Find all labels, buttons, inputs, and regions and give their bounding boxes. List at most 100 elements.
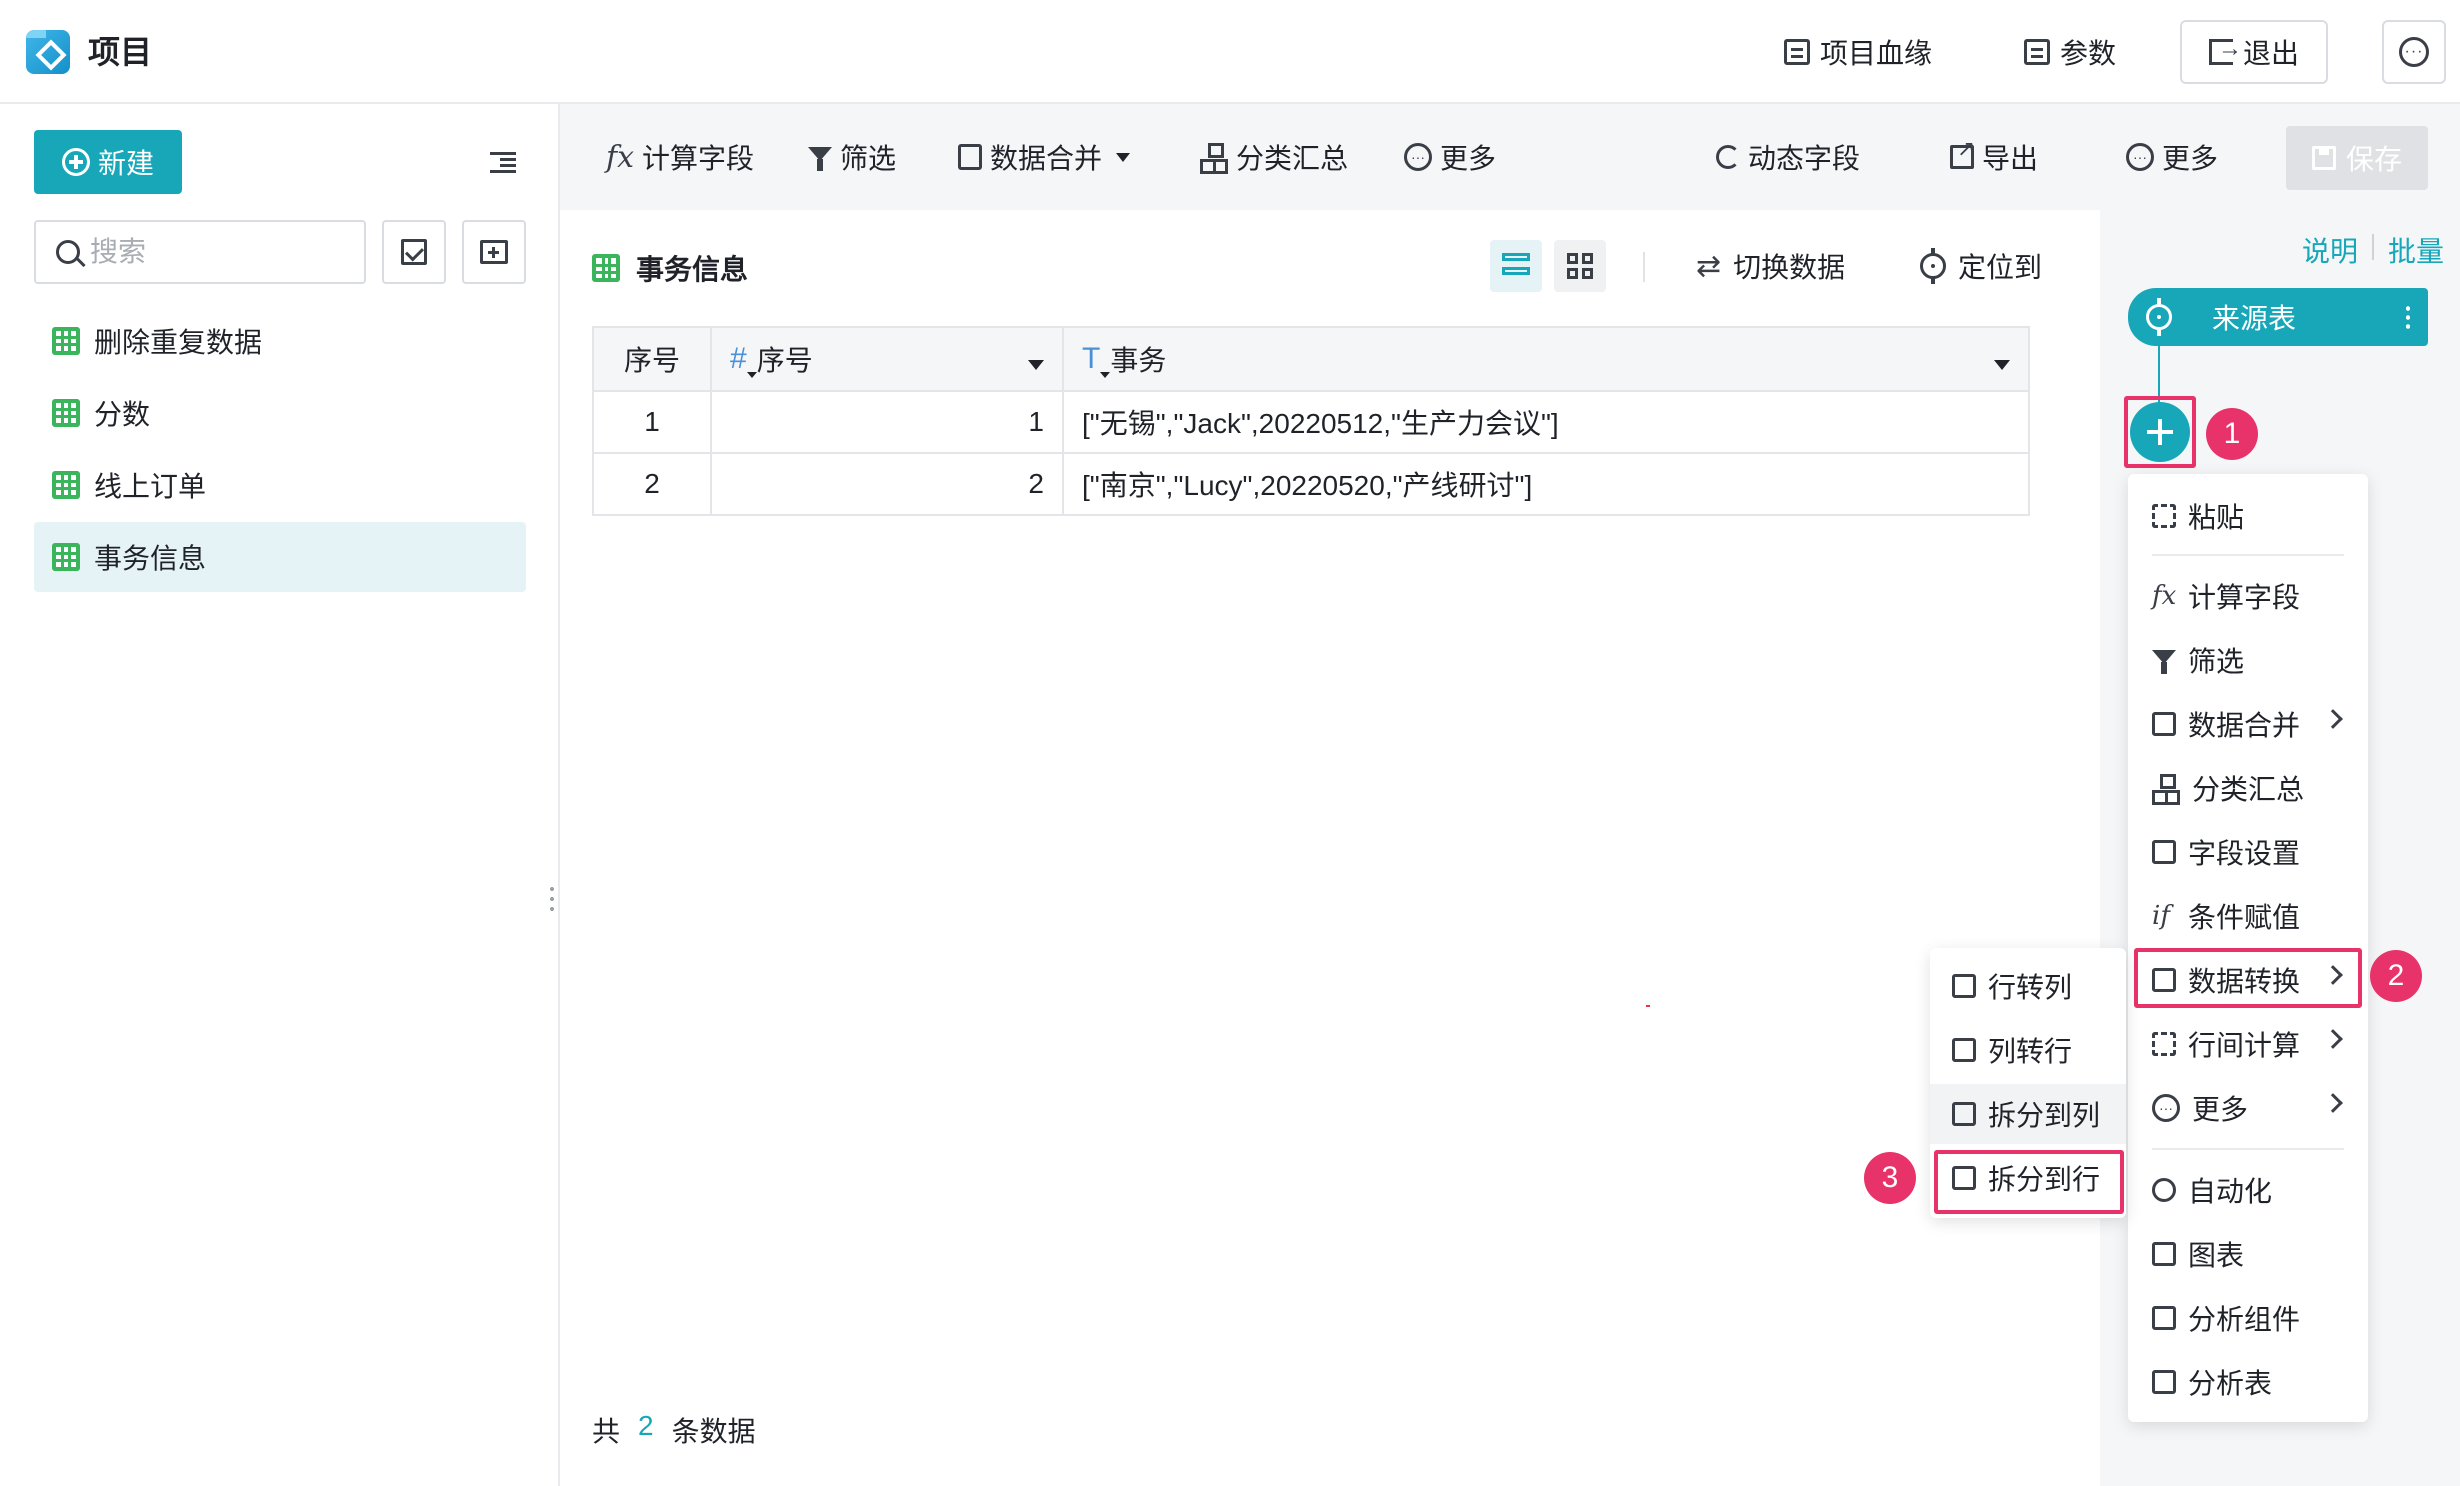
header-more-button[interactable]: ··· xyxy=(2382,20,2446,84)
resize-handle[interactable] xyxy=(550,884,554,914)
locate-icon xyxy=(1920,248,1946,284)
grid-view-button[interactable] xyxy=(1554,240,1606,292)
menu-divider xyxy=(2152,1148,2344,1150)
merge-icon xyxy=(2152,712,2176,736)
menu-item-calc-field[interactable]: fx 计算字段 xyxy=(2128,566,2368,626)
params-button[interactable]: 参数 xyxy=(2024,28,2116,76)
menu-item-paste[interactable]: 粘贴 xyxy=(2128,486,2368,546)
switch-data-button[interactable]: ⇄ 切换数据 xyxy=(1696,246,1845,286)
source-table-node[interactable]: 来源表 xyxy=(2128,288,2428,346)
sidebar-item-transaction-info[interactable]: 事务信息 xyxy=(34,522,526,592)
table-icon xyxy=(52,471,80,499)
export-button[interactable]: 导出 xyxy=(1950,132,2038,182)
lineage-icon xyxy=(1784,39,1810,65)
more-icon: ··· xyxy=(2126,143,2154,171)
add-step-button[interactable] xyxy=(2130,402,2190,462)
project-lineage-button[interactable]: 项目血缘 xyxy=(1784,28,1932,76)
chevron-right-icon xyxy=(2323,709,2343,729)
split-columns-icon xyxy=(1952,1102,1976,1126)
column-header-number[interactable]: # 序号 xyxy=(710,326,1064,392)
group-summary-button[interactable]: 分类汇总 xyxy=(1200,132,1348,182)
search-box[interactable] xyxy=(34,220,366,284)
cursor-mark xyxy=(1646,1005,1650,1007)
data-table: 序号 # 序号 T 事务 1 1 ["无锡","Jack",20220512,"… xyxy=(592,326,2030,516)
help-link[interactable]: 说明 xyxy=(2302,230,2358,270)
submenu-item-split-to-rows[interactable]: 拆分到行 xyxy=(1930,1148,2126,1208)
list-view-button[interactable] xyxy=(1490,240,1542,292)
menu-item-row-calc[interactable]: 行间计算 xyxy=(2128,1014,2368,1074)
new-button[interactable]: 新建 xyxy=(34,130,182,194)
column-header-transaction[interactable]: T 事务 xyxy=(1062,326,2030,392)
chevron-right-icon xyxy=(2323,1093,2343,1113)
column-menu-icon[interactable] xyxy=(1028,360,1044,370)
locate-button[interactable]: 定位到 xyxy=(1920,246,2042,286)
table-header-row: 序号 # 序号 T 事务 xyxy=(592,326,2030,392)
multi-select-button[interactable] xyxy=(382,220,446,284)
table-icon xyxy=(52,327,80,355)
menu-item-analysis-table[interactable]: 分析表 xyxy=(2128,1352,2368,1412)
exit-icon xyxy=(2208,35,2242,65)
search-icon xyxy=(56,240,80,264)
batch-link[interactable]: 批量 xyxy=(2388,230,2444,270)
collapse-sidebar-icon[interactable] xyxy=(490,152,516,174)
submenu-item-row-to-column[interactable]: 行转列 xyxy=(1930,956,2126,1016)
fx-icon: fx xyxy=(606,139,635,175)
menu-item-chart[interactable]: 图表 xyxy=(2128,1224,2368,1284)
menu-item-filter[interactable]: 筛选 xyxy=(2128,630,2368,690)
data-preview-panel: 事务信息 ⇄ 切换数据 定位到 序号 # 序号 T 事务 1 1 ["无锡","… xyxy=(560,210,2100,1486)
filter-button[interactable]: 筛选 xyxy=(808,132,896,182)
sidebar-item-online-orders[interactable]: 线上订单 xyxy=(34,450,526,520)
sidebar-item-scores[interactable]: 分数 xyxy=(34,378,526,448)
field-settings-icon xyxy=(2152,840,2176,864)
table-icon xyxy=(52,543,80,571)
sidebar: 新建 删除重复数据 分数 线上订单 事务信息 xyxy=(0,104,560,1486)
column-to-row-icon xyxy=(1952,1038,1976,1062)
menu-item-group-summary[interactable]: 分类汇总 xyxy=(2128,758,2368,818)
dynamic-field-button[interactable]: 动态字段 xyxy=(1716,132,1860,182)
sidebar-item-remove-duplicates[interactable]: 删除重复数据 xyxy=(34,306,526,376)
toolbar-more-button[interactable]: ··· 更多 xyxy=(1404,132,1496,182)
refresh-icon xyxy=(1716,145,1740,169)
toolbar-more-right-button[interactable]: ··· 更多 xyxy=(2126,132,2218,182)
analysis-component-icon xyxy=(2152,1306,2176,1330)
divider xyxy=(2371,234,2374,260)
number-cell: 2 xyxy=(710,452,1064,516)
step-badge-2: 2 xyxy=(2370,950,2422,1002)
menu-item-conditional-assign[interactable]: if 条件赋值 xyxy=(2128,886,2368,946)
add-folder-icon xyxy=(480,240,508,264)
analysis-table-icon xyxy=(2152,1370,2176,1394)
menu-item-data-transform[interactable]: 数据转换 xyxy=(2128,950,2368,1010)
menu-item-more[interactable]: ··· 更多 xyxy=(2128,1078,2368,1138)
save-button[interactable]: 保存 xyxy=(2286,126,2428,190)
toolbar: fx 计算字段 筛选 数据合并 分类汇总 ··· 更多 动态字段 导出 ··· … xyxy=(560,104,2460,210)
search-input[interactable] xyxy=(90,236,330,268)
flow-connector xyxy=(2158,346,2160,404)
merge-icon xyxy=(958,144,982,170)
submenu-item-split-to-columns[interactable]: 拆分到列 xyxy=(1930,1084,2126,1144)
menu-item-analysis-component[interactable]: 分析组件 xyxy=(2128,1288,2368,1348)
swap-icon: ⇄ xyxy=(1696,249,1722,283)
exit-button[interactable]: 退出 xyxy=(2180,20,2328,84)
new-folder-button[interactable] xyxy=(462,220,526,284)
menu-item-field-settings[interactable]: 字段设置 xyxy=(2128,822,2368,882)
merge-data-button[interactable]: 数据合并 xyxy=(958,132,1131,182)
add-step-menu: 粘贴 fx 计算字段 筛选 数据合并 分类汇总 字段设置 if 条件赋值 数据转… xyxy=(2128,474,2368,1422)
data-transform-submenu: 行转列 列转行 拆分到列 拆分到行 xyxy=(1930,948,2126,1218)
row-calc-icon xyxy=(2152,1032,2176,1056)
menu-item-merge[interactable]: 数据合并 xyxy=(2128,694,2368,754)
save-icon xyxy=(2311,146,2336,170)
submenu-item-column-to-row[interactable]: 列转行 xyxy=(1930,1020,2126,1080)
menu-divider xyxy=(2152,554,2344,556)
group-icon xyxy=(1200,143,1228,174)
page-title: 项目 xyxy=(88,34,153,70)
node-more-icon[interactable] xyxy=(2406,304,2410,330)
divider xyxy=(1643,252,1645,282)
chevron-down-icon xyxy=(1116,152,1131,162)
source-target-icon xyxy=(2146,298,2172,336)
table-icon xyxy=(592,254,620,282)
calc-field-button[interactable]: fx 计算字段 xyxy=(606,132,754,182)
column-menu-icon[interactable] xyxy=(1994,360,2010,370)
menu-item-automation[interactable]: 自动化 xyxy=(2128,1160,2368,1220)
plus-circle-icon xyxy=(61,148,90,176)
row-count: 共 2 条数据 xyxy=(592,1410,756,1447)
